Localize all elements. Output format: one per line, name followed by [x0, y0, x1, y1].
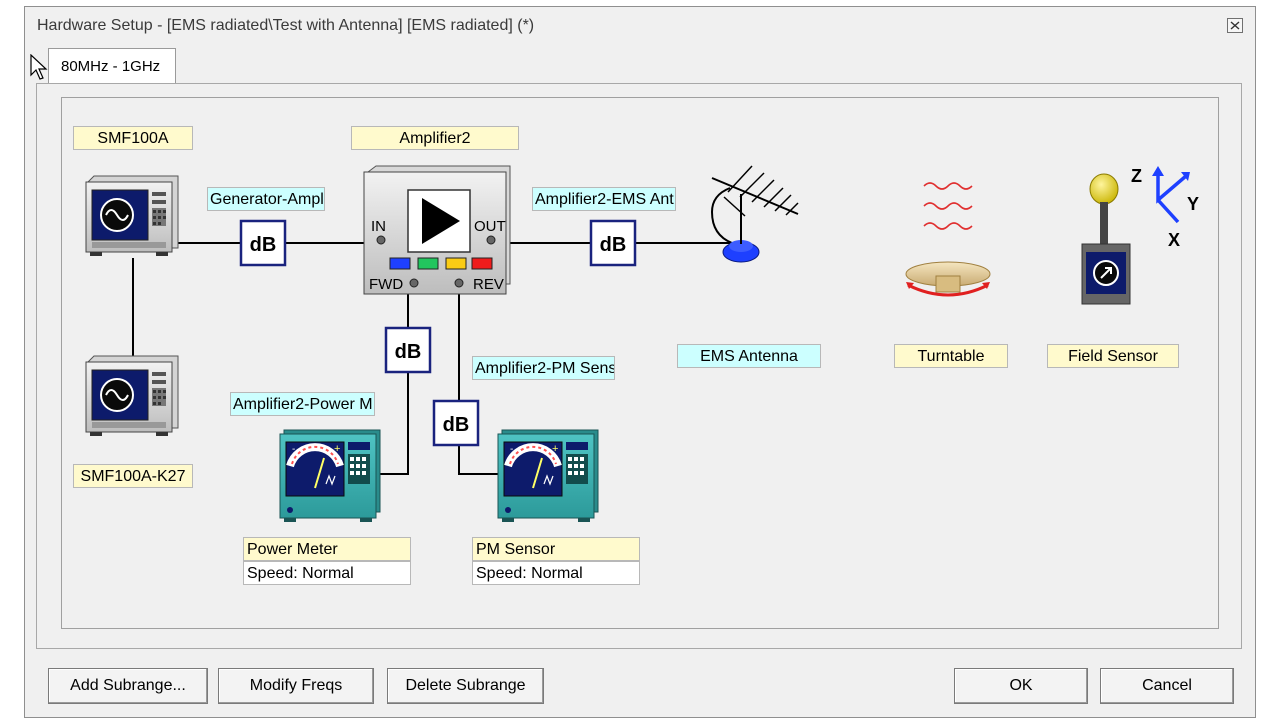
axis-y-label: Y — [1187, 194, 1199, 214]
power-meter-label: Power Meter — [243, 537, 411, 561]
svg-text:dB: dB — [443, 414, 470, 436]
signal-generator-smf100a-k27-icon[interactable] — [85, 355, 179, 437]
ems-antenna-icon[interactable] — [711, 165, 799, 263]
db-attenuator-generator-icon[interactable]: dB — [239, 219, 287, 267]
amplifier-rev-label: REV — [473, 276, 504, 293]
amplifier2-ems-ant-connection-label: Amplifier2-EMS Ant — [532, 187, 676, 211]
svg-text:dB: dB — [250, 234, 277, 256]
axis-z-label: Z — [1131, 166, 1142, 186]
delete-subrange-button[interactable]: Delete Subrange — [387, 668, 544, 704]
signal-generator-smf100a-icon[interactable] — [85, 175, 179, 257]
db-attenuator-antenna-icon[interactable]: dB — [589, 219, 637, 267]
amplifier-fwd-label: FWD — [369, 276, 403, 293]
turntable-label: Turntable — [894, 344, 1008, 368]
power-meter-icon[interactable] — [280, 430, 380, 522]
pm-sensor-speed: Speed: Normal — [472, 561, 640, 585]
amplifier2-power-m-connection-label: Amplifier2-Power M — [230, 392, 375, 416]
pm-sensor-icon[interactable] — [498, 430, 598, 522]
svg-text:dB: dB — [600, 234, 627, 256]
add-subrange-button[interactable]: Add Subrange... — [48, 668, 208, 704]
ok-button[interactable]: OK — [954, 668, 1088, 704]
db-attenuator-rev-icon[interactable]: dB — [432, 399, 480, 447]
modify-freqs-button[interactable]: Modify Freqs — [218, 668, 374, 704]
db-attenuator-fwd-icon[interactable]: dB — [384, 326, 432, 374]
power-meter-speed: Speed: Normal — [243, 561, 411, 585]
pm-sensor-label: PM Sensor — [472, 537, 640, 561]
amplifier-out-label: OUT — [474, 218, 506, 235]
amplifier2-pm-sens-connection-label: Amplifier2-PM Sens — [472, 356, 615, 380]
amplifier-in-label: IN — [371, 218, 386, 235]
field-sensor-icon[interactable] — [1081, 173, 1131, 305]
field-sensor-label: Field Sensor — [1047, 344, 1179, 368]
axis-x-label: X — [1168, 230, 1180, 250]
amplifier2-label: Amplifier2 — [351, 126, 519, 150]
turntable-icon[interactable] — [905, 182, 991, 297]
generator-ampli-connection-label: Generator-Ampli — [207, 187, 325, 211]
svg-text:dB: dB — [395, 341, 422, 363]
cancel-button[interactable]: Cancel — [1100, 668, 1234, 704]
ems-antenna-label: EMS Antenna — [677, 344, 821, 368]
xyz-axes-icon — [1152, 166, 1190, 224]
smf100a-k27-label: SMF100A-K27 — [73, 464, 193, 488]
smf100a-label: SMF100A — [73, 126, 193, 150]
